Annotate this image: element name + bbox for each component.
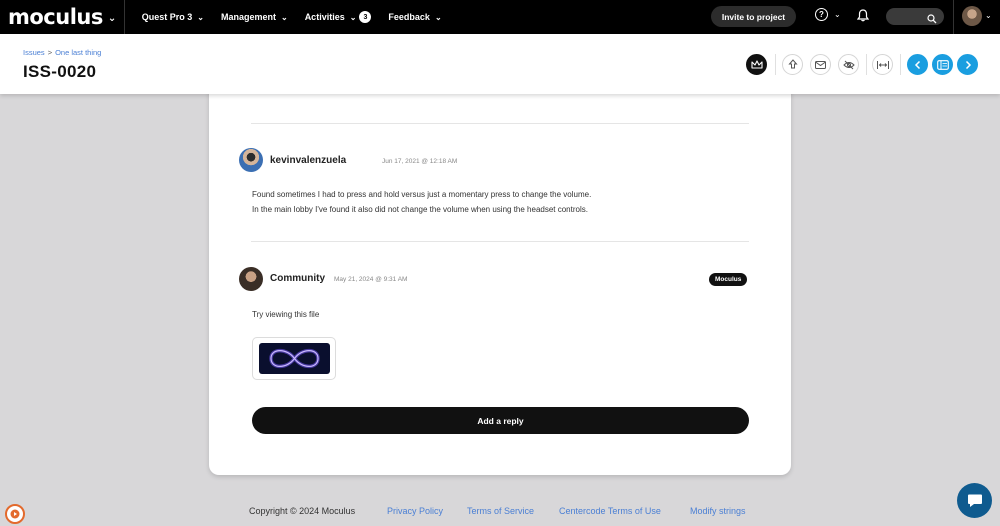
search-input[interactable] (886, 8, 944, 25)
breadcrumb: Issues > One last thing (23, 48, 101, 57)
upload-icon (787, 59, 798, 69)
chevron-down-icon[interactable]: ⌄ (985, 11, 992, 20)
attachment-thumbnail[interactable] (252, 337, 336, 380)
nav-item-label: Feedback (388, 12, 430, 22)
comment-date: May 21, 2024 @ 9:31 AM (334, 276, 408, 283)
comment-body: Try viewing this file (252, 307, 319, 322)
hide-icon (842, 60, 855, 69)
comment-author[interactable]: kevinvalenzuela (270, 155, 346, 166)
avatar[interactable] (239, 267, 263, 291)
chevron-down-icon: ⌄ (349, 12, 357, 22)
copyright-text: Copyright © 2024 Moculus (249, 506, 356, 516)
comment-author[interactable]: Community (270, 273, 325, 284)
help-icon: ? (815, 8, 828, 21)
nav-divider (953, 0, 954, 34)
modify-strings-link[interactable]: Modify strings (690, 506, 746, 516)
terms-of-service-link[interactable]: Terms of Service (467, 506, 534, 516)
bell-icon[interactable] (856, 9, 870, 27)
chevron-left-icon (914, 60, 920, 69)
author-tag: Moculus (709, 273, 748, 286)
search-icon[interactable] (927, 11, 937, 29)
breadcrumb-issues[interactable]: Issues (23, 48, 45, 57)
nav-item-label: Management (220, 12, 276, 22)
expand-width-button[interactable] (872, 54, 893, 75)
activities-count-badge: 3 (359, 11, 372, 23)
attachment-image (258, 343, 330, 374)
chat-button[interactable] (957, 483, 992, 518)
nav-item-label: Quest Pro 3 (141, 12, 193, 22)
centercode-terms-link[interactable]: Centercode Terms of Use (559, 506, 661, 516)
header-divider (775, 54, 776, 75)
header-divider (866, 54, 867, 75)
header-divider (900, 54, 901, 75)
chat-icon (967, 494, 982, 507)
nav-item-management[interactable]: Management ⌄ (221, 12, 288, 22)
comment-divider (251, 123, 749, 124)
mail-button[interactable] (810, 54, 831, 75)
previous-issue-button[interactable] (907, 54, 928, 75)
comments-card: kevinvalenzuela Jun 17, 2021 @ 12:18 AM … (209, 80, 791, 475)
user-avatar[interactable] (962, 6, 982, 26)
breadcrumb-separator: > (47, 48, 53, 57)
issue-list-button[interactable] (932, 54, 953, 75)
add-reply-button[interactable]: Add a reply (252, 407, 749, 434)
chevron-down-icon: ⌄ (280, 12, 288, 22)
chevron-down-icon: ⌄ (434, 12, 442, 22)
chevron-down-icon: ⌄ (834, 10, 841, 19)
logo-text: moculus (8, 5, 103, 29)
comment-line: In the main lobby I've found it also did… (252, 205, 588, 214)
sidebar-icon (936, 59, 949, 70)
privacy-policy-link[interactable]: Privacy Policy (387, 506, 443, 516)
upvote-button[interactable] (782, 54, 803, 75)
breadcrumb-current[interactable]: One last thing (55, 48, 101, 57)
comment-date: Jun 17, 2021 @ 12:18 AM (382, 158, 458, 165)
crown-button[interactable] (746, 54, 767, 75)
nav-item-label: Activities (304, 12, 345, 22)
nav-divider (123, 0, 125, 34)
comment-line: Found sometimes I had to press and hold … (252, 190, 592, 199)
invite-to-project-button[interactable]: Invite to project (711, 6, 796, 27)
help-menu[interactable]: ? ⌄ (815, 8, 841, 21)
avatar[interactable] (239, 148, 263, 172)
chevron-right-icon (965, 60, 971, 69)
chevron-down-icon: ⌄ (107, 12, 116, 24)
chevron-down-icon: ⌄ (197, 12, 204, 22)
nav-item-activities[interactable]: Activities ⌄ 3 (305, 11, 372, 23)
nav-item-feedback[interactable]: Feedback ⌄ (388, 12, 441, 22)
mail-icon (815, 60, 826, 69)
logo[interactable]: moculus ⌄ (8, 5, 116, 29)
widget-launcher-button[interactable] (5, 504, 25, 524)
nav-item-quest-pro[interactable]: Quest Pro 3 ⌄ (142, 12, 204, 22)
comment-line: Try viewing this file (252, 310, 320, 319)
comment-divider (251, 241, 749, 242)
top-nav: moculus ⌄ Quest Pro 3 ⌄ Management ⌄ Act… (0, 0, 1000, 34)
issue-header: Issues > One last thing ISS-0020 (0, 34, 1000, 94)
expand-width-icon (876, 60, 889, 69)
play-icon (10, 509, 20, 519)
hide-button[interactable] (838, 54, 859, 75)
page-title: ISS-0020 (23, 62, 97, 81)
next-issue-button[interactable] (957, 54, 978, 75)
crown-icon (750, 59, 763, 69)
comment-body: Found sometimes I had to press and hold … (252, 187, 591, 217)
